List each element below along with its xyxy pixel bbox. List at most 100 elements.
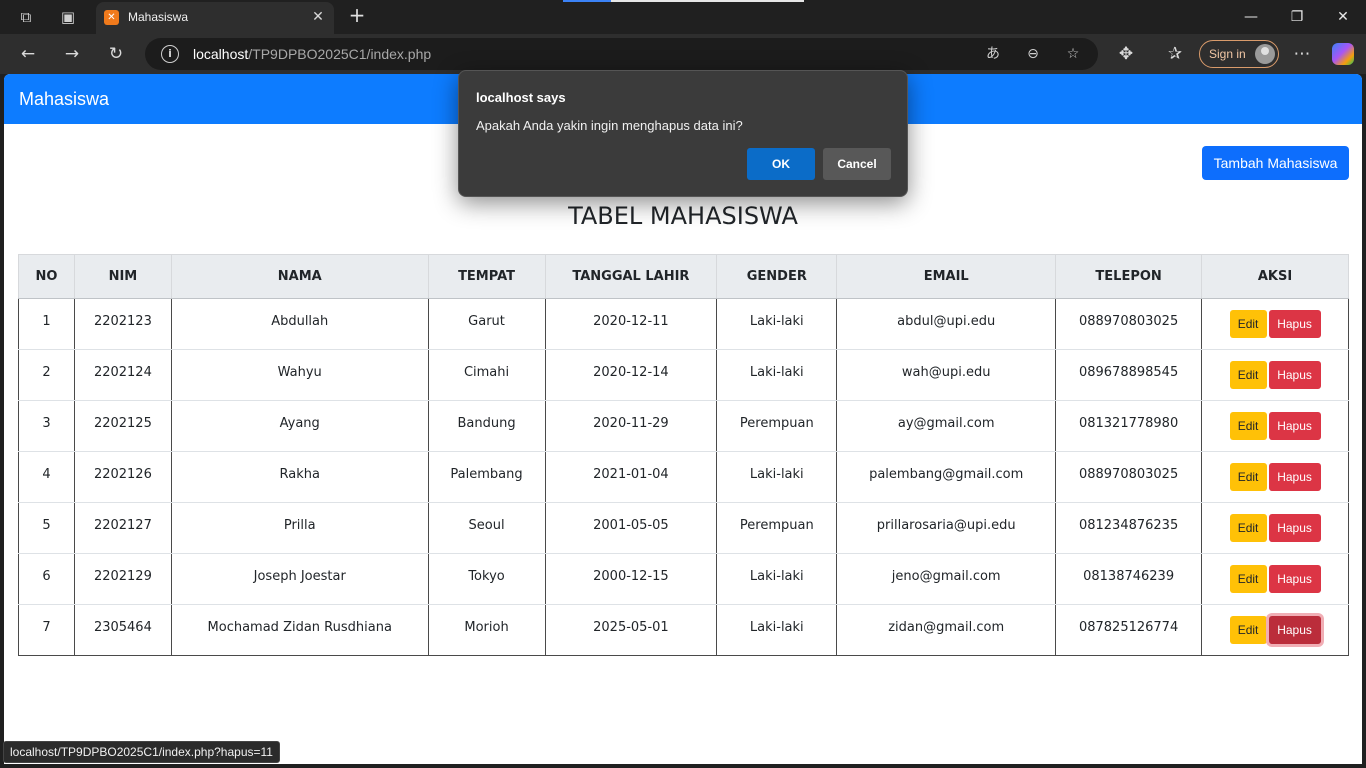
dialog-cancel-button[interactable]: Cancel (823, 148, 891, 180)
site-info-icon[interactable]: i (161, 45, 179, 63)
cell-tanggal-lahir: 2020-12-14 (544, 349, 718, 401)
cell-tanggal-lahir: 2020-12-11 (544, 298, 718, 350)
cell-aksi: Edit Hapus (1201, 502, 1349, 554)
column-header: TELEPON (1055, 254, 1203, 299)
cell-aksi: Edit Hapus (1201, 604, 1349, 656)
url-path: /TP9DPBO2025C1/index.php (248, 46, 432, 62)
tab-close-icon[interactable]: ✕ (308, 7, 328, 27)
cell-gender: Laki-laki (716, 349, 838, 401)
workspaces-icon[interactable]: ⧉ (16, 7, 36, 27)
browser-tab-strip: ⧉ ▣ ✕ Mahasiswa ✕ + — ❐ ✕ (0, 0, 1366, 34)
address-url[interactable]: localhost/TP9DPBO2025C1/index.php (193, 46, 431, 62)
cell-nama: Mochamad Zidan Rusdhiana (170, 604, 429, 656)
copilot-icon[interactable] (1332, 43, 1354, 65)
cell-tempat: Cimahi (427, 349, 546, 401)
delete-button[interactable]: Hapus (1268, 565, 1321, 593)
edit-button[interactable]: Edit (1229, 412, 1267, 440)
dialog-title: localhost says (476, 90, 566, 105)
sign-in-button[interactable]: Sign in (1199, 40, 1279, 68)
profile-avatar-icon (1255, 44, 1275, 64)
add-student-button[interactable]: Tambah Mahasiswa (1202, 146, 1349, 180)
sign-in-label: Sign in (1209, 47, 1246, 61)
cell-no: 6 (18, 553, 75, 605)
column-header: NO (18, 254, 75, 299)
dialog-ok-button[interactable]: OK (747, 148, 815, 180)
table-row: 7 2305464 Mochamad Zidan Rusdhiana Morioh 20… (18, 604, 1349, 656)
extensions-icon[interactable]: ✥ (1114, 43, 1138, 65)
edit-button[interactable]: Edit (1229, 514, 1267, 542)
cell-tanggal-lahir: 2001-05-05 (544, 502, 718, 554)
favorite-star-icon[interactable]: ☆ (1063, 44, 1083, 64)
reload-icon[interactable]: ↻ (104, 43, 128, 65)
browser-tab-mahasiswa[interactable]: ✕ Mahasiswa ✕ (96, 2, 334, 34)
cell-nim: 2202123 (73, 298, 172, 350)
cell-aksi: Edit Hapus (1201, 400, 1349, 452)
table-row: 5 2202127 Prilla Seoul 2001-05-05 Perempuan pr… (18, 502, 1349, 554)
new-tab-icon[interactable]: + (346, 5, 368, 27)
tab-actions-icon[interactable]: ▣ (58, 7, 78, 27)
table-row: 3 2202125 Ayang Bandung 2020-11-29 Perempuan a… (18, 400, 1349, 452)
read-aloud-icon[interactable]: あ (983, 44, 1003, 64)
delete-button[interactable]: Hapus (1268, 463, 1321, 491)
zoom-out-icon[interactable]: ⊖ (1023, 44, 1043, 64)
minimize-icon[interactable]: — (1236, 6, 1266, 28)
page-title: TABEL MAHASISWA (568, 202, 798, 230)
cell-nama: Ayang (170, 400, 429, 452)
table-body: 1 2202123 Abdullah Garut 2020-12-11 Laki-laki… (18, 298, 1349, 656)
cell-telepon: 08138746239 (1055, 553, 1203, 605)
cell-nim: 2202124 (73, 349, 172, 401)
cell-email: zidan@gmail.com (836, 604, 1057, 656)
forward-icon[interactable]: → (60, 43, 84, 65)
cell-no: 7 (18, 604, 75, 656)
delete-button[interactable]: Hapus (1268, 310, 1321, 338)
cell-telepon: 081321778980 (1055, 400, 1203, 452)
more-menu-icon[interactable]: ⋯ (1290, 43, 1314, 65)
delete-button[interactable]: Hapus (1268, 361, 1321, 389)
cell-telepon: 088970803025 (1055, 451, 1203, 503)
cell-email: palembang@gmail.com (836, 451, 1057, 503)
edit-button[interactable]: Edit (1229, 310, 1267, 338)
cell-gender: Laki-laki (716, 451, 838, 503)
back-icon[interactable]: ← (16, 43, 40, 65)
navbar-brand[interactable]: Mahasiswa (19, 89, 109, 110)
cell-nim: 2305464 (73, 604, 172, 656)
table-row: 6 2202129 Joseph Joestar Tokyo 2000-12-15 Lak… (18, 553, 1349, 605)
column-header: EMAIL (836, 254, 1057, 299)
cell-no: 5 (18, 502, 75, 554)
delete-button[interactable]: Hapus (1268, 616, 1321, 644)
cell-tempat: Morioh (427, 604, 546, 656)
cell-tempat: Seoul (427, 502, 546, 554)
favorites-icon[interactable]: ✰ (1163, 43, 1187, 65)
cell-nama: Joseph Joestar (170, 553, 429, 605)
cell-email: ay@gmail.com (836, 400, 1057, 452)
table-row: 1 2202123 Abdullah Garut 2020-12-11 Laki-laki… (18, 298, 1349, 350)
edit-button[interactable]: Edit (1229, 361, 1267, 389)
cell-tanggal-lahir: 2000-12-15 (544, 553, 718, 605)
edit-button[interactable]: Edit (1229, 463, 1267, 491)
cell-telepon: 088970803025 (1055, 298, 1203, 350)
cell-nama: Rakha (170, 451, 429, 503)
cell-nama: Prilla (170, 502, 429, 554)
edit-button[interactable]: Edit (1229, 616, 1267, 644)
window-close-icon[interactable]: ✕ (1328, 6, 1358, 28)
tab-title: Mahasiswa (128, 10, 189, 24)
cell-email: jeno@gmail.com (836, 553, 1057, 605)
table-row: 2 2202124 Wahyu Cimahi 2020-12-14 Laki-laki wa… (18, 349, 1349, 401)
cell-aksi: Edit Hapus (1201, 553, 1349, 605)
column-header: NIM (73, 254, 172, 299)
column-header: GENDER (716, 254, 838, 299)
column-header: TEMPAT (427, 254, 546, 299)
cell-tanggal-lahir: 2025-05-01 (544, 604, 718, 656)
cell-email: abdul@upi.edu (836, 298, 1057, 350)
cell-nim: 2202125 (73, 400, 172, 452)
delete-button[interactable]: Hapus (1268, 514, 1321, 542)
maximize-icon[interactable]: ❐ (1282, 6, 1312, 28)
browser-toolbar: ← → ↻ i localhost/TP9DPBO2025C1/index.ph… (0, 34, 1366, 74)
address-bar[interactable]: i localhost/TP9DPBO2025C1/index.php あ ⊖ … (145, 38, 1098, 70)
cell-tanggal-lahir: 2020-11-29 (544, 400, 718, 452)
cell-no: 1 (18, 298, 75, 350)
delete-button[interactable]: Hapus (1268, 412, 1321, 440)
cell-telepon: 081234876235 (1055, 502, 1203, 554)
edit-button[interactable]: Edit (1229, 565, 1267, 593)
cell-tempat: Palembang (427, 451, 546, 503)
